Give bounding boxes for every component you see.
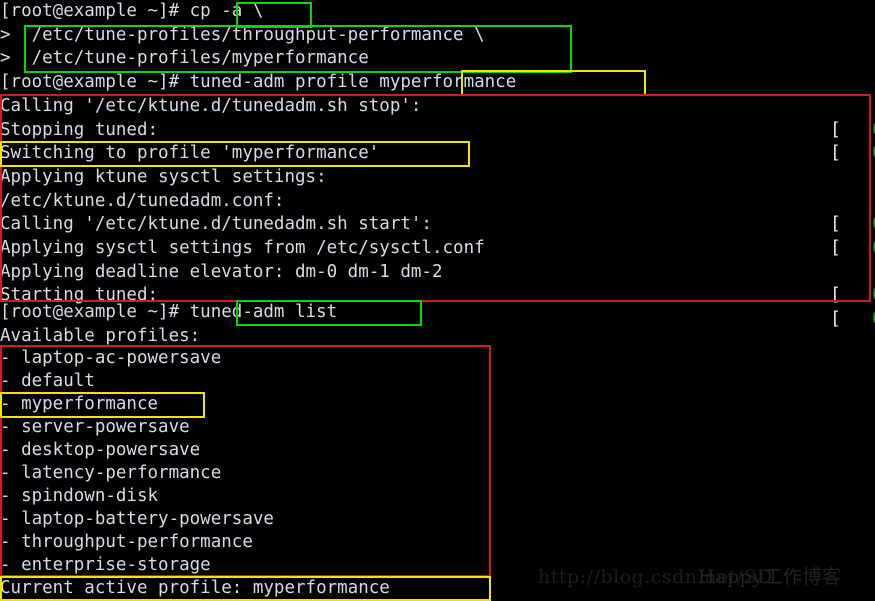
terminal-line: - default [0, 371, 95, 391]
terminal-line: Available profiles: [0, 325, 201, 346]
status-badge: [ OK ] [788, 95, 875, 140]
terminal-line: Switching to profile 'myperformance' [0, 143, 380, 164]
terminal-line: [root@example ~]# tuned-adm list [0, 302, 338, 322]
terminal-line: - desktop-powersave [0, 440, 201, 460]
status-badge: [ OK ] [788, 284, 875, 329]
terminal-line: > /etc/tune-profiles/throughput-performa… [0, 24, 485, 45]
terminal-line: Calling '/etc/ktune.d/tunedadm.sh start'… [0, 214, 432, 235]
terminal-line: > /etc/tune-profiles/myperformance [0, 48, 369, 69]
status-badge: [ OK ] [788, 190, 875, 234]
terminal-line: /etc/ktune.d/tunedadm.conf: [0, 190, 285, 211]
terminal-line: - myperformance [0, 394, 159, 414]
terminal-line: Stopping tuned: [0, 119, 159, 140]
status-badge: [ OK ] [788, 119, 875, 163]
terminal-line: - laptop-ac-powersave [0, 348, 222, 368]
terminal-line: [root@example ~]# cp -a \ [0, 1, 264, 21]
status-bracket-open: [ [830, 309, 841, 330]
status-bracket-open: [ [830, 238, 841, 258]
terminal-line: - throughput-performance [0, 532, 253, 552]
terminal-line: - laptop-battery-powersave [0, 509, 274, 529]
terminal-line: Applying deadline elevator: dm-0 dm-1 dm… [0, 261, 443, 282]
terminal-line: - enterprise-storage [0, 555, 211, 575]
terminal-line: - latency-performance [0, 463, 222, 483]
terminal-line: - spindown-disk [0, 486, 159, 506]
status-badge: [ OK ] [788, 213, 875, 258]
terminal-line: Applying ktune sysctl settings: [0, 166, 327, 187]
status-badge: [ OK ] [788, 261, 875, 305]
terminal-line: - server-powersave [0, 417, 190, 437]
watermark-overlay: Happy工作博客 [698, 566, 842, 588]
status-bracket-open: [ [830, 143, 841, 164]
terminal-line: [root@example ~]# tuned-adm profile mype… [0, 72, 517, 93]
terminal-line: Current active profile: myperformance [0, 578, 390, 598]
terminal-line: Calling '/etc/ktune.d/tunedadm.sh stop': [0, 95, 422, 116]
terminal-window[interactable]: [root@example ~]# cp -a \ > /etc/tune-pr… [0, 0, 875, 601]
terminal-line: Applying sysctl settings from /etc/sysct… [0, 238, 485, 258]
